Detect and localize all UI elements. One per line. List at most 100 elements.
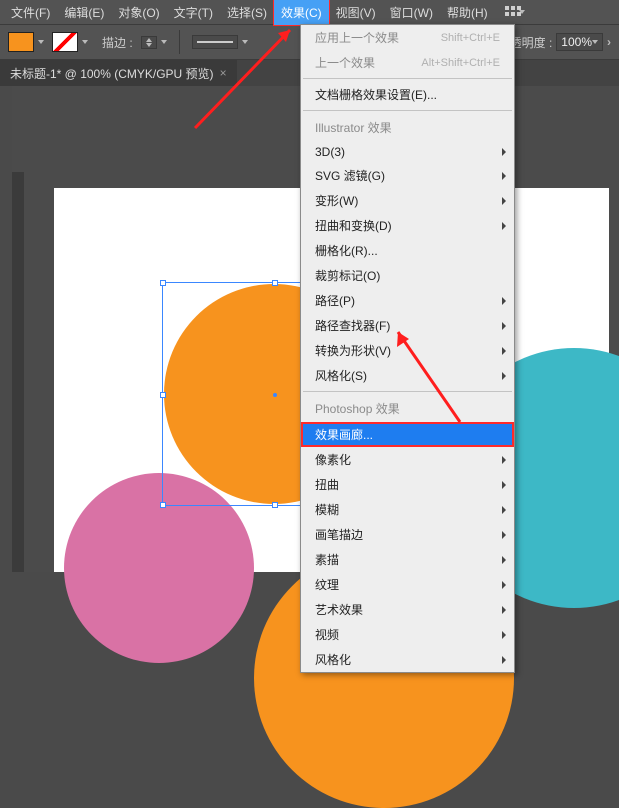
separator: [303, 391, 512, 392]
effect-menu-dropdown: 应用上一个效果Shift+Ctrl+E 上一个效果 Alt+Shift+Ctrl+E…: [300, 24, 515, 673]
stroke-swatch[interactable]: [52, 32, 78, 52]
submenu-arrow-icon: [502, 531, 506, 539]
submenu-arrow-icon: [502, 148, 506, 156]
menu-item[interactable]: 视频: [301, 622, 514, 647]
stroke-style-dropdown[interactable]: [192, 35, 238, 49]
menu-item[interactable]: 风格化(S): [301, 363, 514, 388]
opacity-value: 100%: [561, 35, 592, 49]
chevron-down-icon[interactable]: [82, 40, 88, 44]
menu-label: 像素化: [315, 451, 351, 468]
left-rail: [12, 172, 24, 572]
submenu-arrow-icon: [502, 631, 506, 639]
shortcut: Shift+Ctrl+E: [441, 32, 500, 44]
chevron-down-icon[interactable]: [242, 40, 248, 44]
opacity-label: 透明度 :: [510, 34, 553, 51]
handle[interactable]: [272, 280, 278, 286]
menu-item[interactable]: 素描: [301, 547, 514, 572]
menu-label: 风格化: [315, 651, 351, 668]
menu-label: 3D(3): [315, 145, 345, 159]
menu-item[interactable]: 扭曲和变换(D): [301, 213, 514, 238]
chevron-down-icon[interactable]: [161, 40, 167, 44]
submenu-arrow-icon: [502, 372, 506, 380]
menu-label: 文档栅格效果设置(E)...: [315, 86, 437, 103]
document-tab[interactable]: 未标题-1* @ 100% (CMYK/GPU 预览) ×: [0, 60, 237, 86]
menu-label: 栅格化(R)...: [315, 242, 378, 259]
menu-item[interactable]: 路径(P): [301, 288, 514, 313]
more-icon[interactable]: ›: [607, 35, 611, 49]
menu-label: 扭曲和变换(D): [315, 217, 392, 234]
menu-item[interactable]: 栅格化(R)...: [301, 238, 514, 263]
center-point[interactable]: [273, 393, 277, 397]
menu-edit[interactable]: 编辑(E): [57, 0, 111, 25]
menu-item[interactable]: 艺术效果: [301, 597, 514, 622]
submenu-arrow-icon: [502, 347, 506, 355]
menu-item[interactable]: 像素化: [301, 447, 514, 472]
menu-label: 路径查找器(F): [315, 317, 390, 334]
submenu-arrow-icon: [502, 297, 506, 305]
submenu-arrow-icon: [502, 197, 506, 205]
handle[interactable]: [160, 392, 166, 398]
menu-label: 画笔描边: [315, 526, 363, 543]
menu-item[interactable]: 上一个效果 Alt+Shift+Ctrl+E: [301, 50, 514, 75]
menu-label: 转换为形状(V): [315, 342, 391, 359]
menu-label: 效果画廊...: [315, 426, 373, 443]
submenu-arrow-icon: [502, 322, 506, 330]
stroke-weight-stepper[interactable]: [141, 36, 157, 49]
menu-view[interactable]: 视图(V): [329, 0, 383, 25]
submenu-arrow-icon: [502, 506, 506, 514]
menu-label: 纹理: [315, 576, 339, 593]
menu-item[interactable]: 纹理: [301, 572, 514, 597]
separator: [303, 110, 512, 111]
menu-label: 风格化(S): [315, 367, 367, 384]
handle[interactable]: [160, 280, 166, 286]
menu-select[interactable]: 选择(S): [220, 0, 274, 25]
menu-label: 上一个效果: [315, 54, 375, 71]
menu-section-header: Photoshop 效果: [301, 395, 514, 422]
menu-item[interactable]: 路径查找器(F): [301, 313, 514, 338]
menu-effect[interactable]: 效果(C): [274, 0, 329, 25]
close-icon[interactable]: ×: [220, 66, 227, 80]
workspace-switcher-icon[interactable]: [505, 6, 525, 18]
menu-item[interactable]: 3D(3): [301, 141, 514, 163]
menu-item[interactable]: 模糊: [301, 497, 514, 522]
menu-item[interactable]: 转换为形状(V): [301, 338, 514, 363]
separator: [179, 30, 180, 54]
handle[interactable]: [160, 502, 166, 508]
menu-window[interactable]: 窗口(W): [383, 0, 440, 25]
menu-help[interactable]: 帮助(H): [440, 0, 495, 25]
submenu-arrow-icon: [502, 172, 506, 180]
handle[interactable]: [272, 502, 278, 508]
menu-item[interactable]: 变形(W): [301, 188, 514, 213]
menu-label: 模糊: [315, 501, 339, 518]
menu-item[interactable]: 画笔描边: [301, 522, 514, 547]
line-icon: [197, 37, 233, 47]
menu-label: 变形(W): [315, 192, 358, 209]
submenu-arrow-icon: [502, 656, 506, 664]
menu-label: 路径(P): [315, 292, 355, 309]
menu-label: SVG 滤镜(G): [315, 167, 385, 184]
menu-item[interactable]: 裁剪标记(O): [301, 263, 514, 288]
menu-label: 素描: [315, 551, 339, 568]
menu-file[interactable]: 文件(F): [4, 0, 57, 25]
menu-object[interactable]: 对象(O): [111, 0, 166, 25]
menu-type[interactable]: 文字(T): [167, 0, 220, 25]
menu-item[interactable]: 风格化: [301, 647, 514, 672]
menu-section-header: Illustrator 效果: [301, 114, 514, 141]
menu-item[interactable]: 应用上一个效果Shift+Ctrl+E: [301, 25, 514, 50]
submenu-arrow-icon: [502, 456, 506, 464]
menu-label: 艺术效果: [315, 601, 363, 618]
tab-title: 未标题-1* @ 100% (CMYK/GPU 预览): [10, 65, 214, 82]
menu-label: 视频: [315, 626, 339, 643]
submenu-arrow-icon: [502, 606, 506, 614]
menu-item-doc-grid[interactable]: 文档栅格效果设置(E)...: [301, 82, 514, 107]
submenu-arrow-icon: [502, 581, 506, 589]
shortcut: Alt+Shift+Ctrl+E: [421, 57, 500, 69]
fill-swatch[interactable]: [8, 32, 34, 52]
chevron-down-icon[interactable]: [38, 40, 44, 44]
menu-item[interactable]: SVG 滤镜(G): [301, 163, 514, 188]
opacity-field[interactable]: 100%: [556, 33, 603, 51]
separator: [303, 78, 512, 79]
menu-item[interactable]: 扭曲: [301, 472, 514, 497]
menu-item-effect-gallery[interactable]: 效果画廊...: [301, 422, 514, 447]
menu-label: 裁剪标记(O): [315, 267, 380, 284]
